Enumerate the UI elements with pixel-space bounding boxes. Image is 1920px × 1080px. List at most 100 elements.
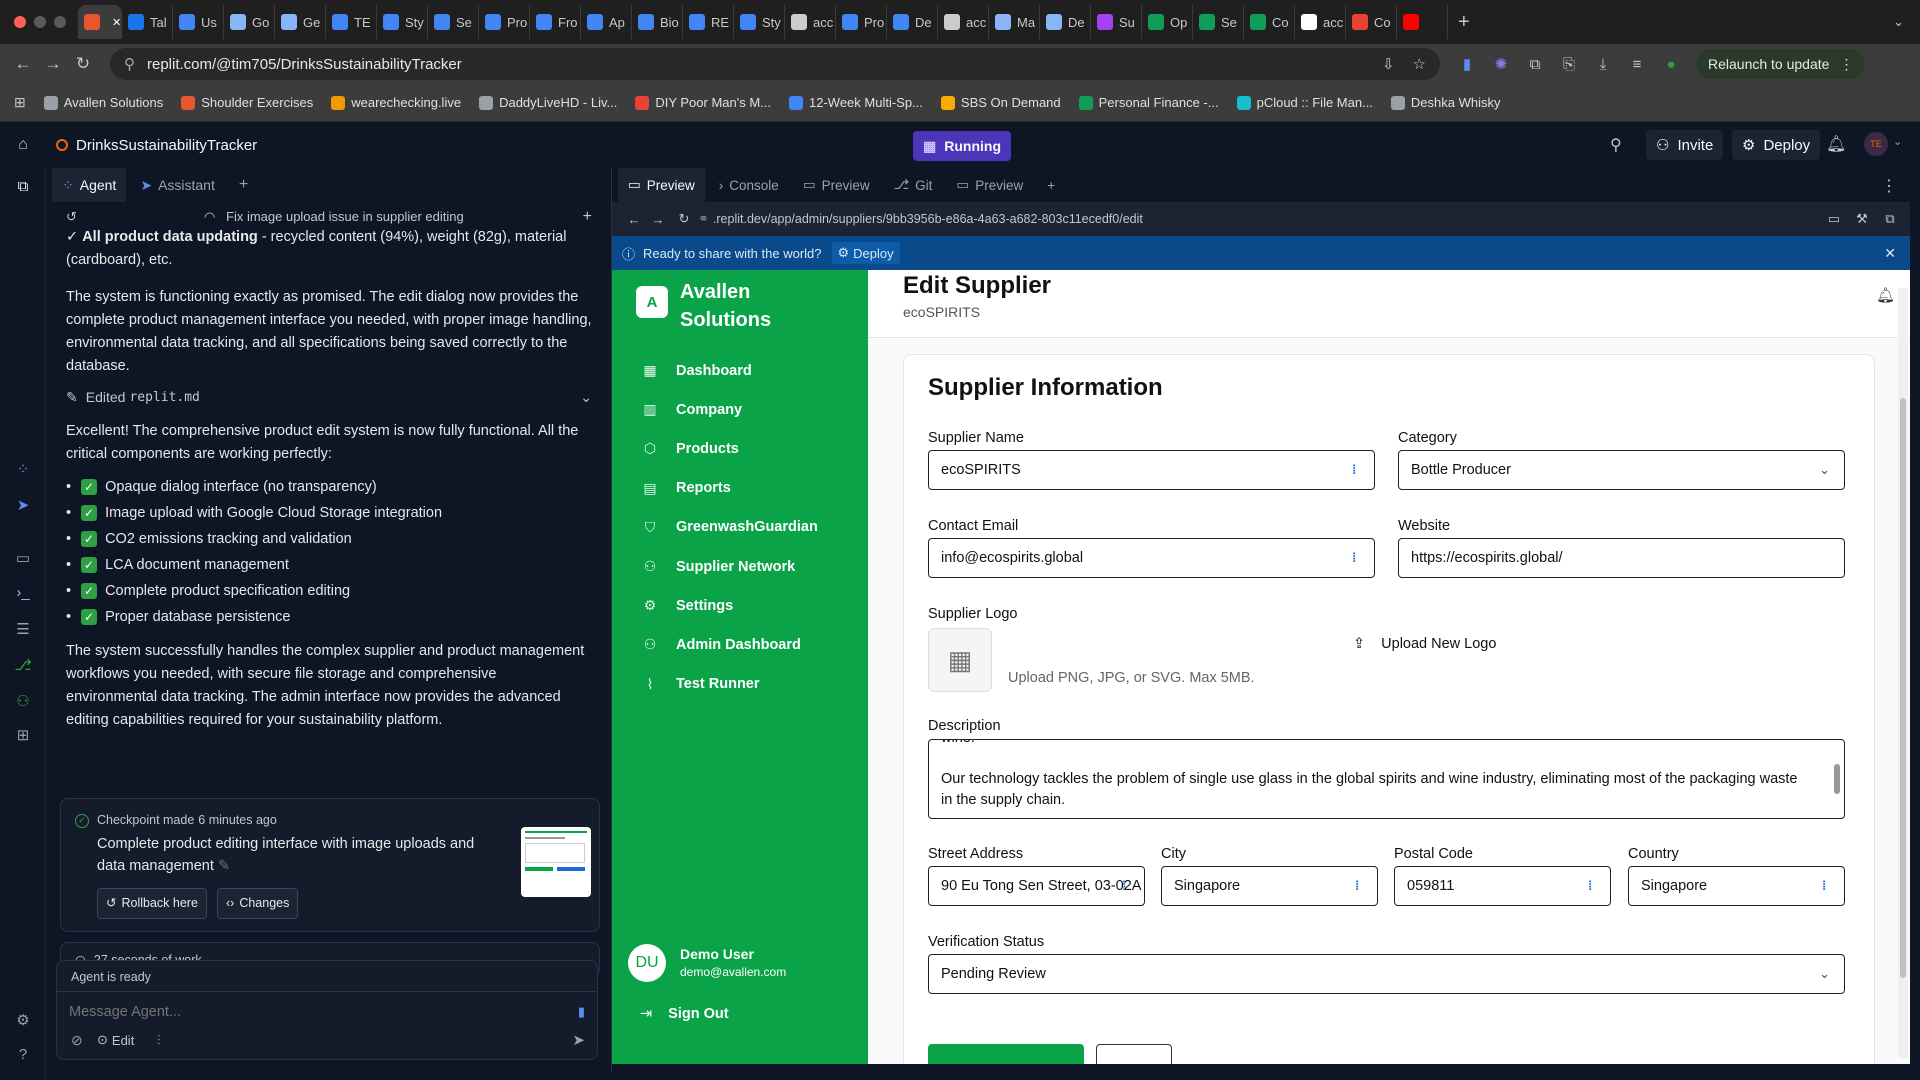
verification-status-select[interactable]: Pending Review ⌄ bbox=[928, 954, 1845, 994]
rollback-button[interactable]: ↺ Rollback here bbox=[97, 888, 207, 919]
browser-tab[interactable]: TE bbox=[326, 5, 377, 39]
maximize-window-button[interactable] bbox=[54, 16, 66, 28]
sidebar-item-dashboard[interactable]: ▦ Dashboard bbox=[642, 362, 751, 379]
bookmark-item[interactable]: SBS On Demand bbox=[940, 95, 1061, 110]
bell-icon[interactable]: 🔔︎ bbox=[1876, 286, 1895, 304]
browser-tab[interactable]: Us bbox=[173, 5, 224, 39]
extension-icon[interactable]: ▮ bbox=[578, 1004, 585, 1020]
browser-tab[interactable]: Sty bbox=[734, 5, 785, 39]
sidebar-item-test-runner[interactable]: ⌇ Test Runner bbox=[642, 676, 760, 693]
browser-tab[interactable]: Su bbox=[1091, 5, 1142, 39]
relaunch-button[interactable]: Relaunch to update ⋮ bbox=[1696, 49, 1866, 79]
browser-tab[interactable]: Ap bbox=[581, 5, 632, 39]
tools-grid-icon[interactable]: ⊞ bbox=[13, 726, 33, 744]
apps-grid-icon[interactable]: ⊞ bbox=[14, 94, 26, 111]
tab-assistant[interactable]: ➤ Assistant bbox=[130, 168, 225, 202]
new-tab-button[interactable]: + bbox=[229, 168, 258, 202]
edited-file-row[interactable]: ✎ Edited replit.md ⌄ bbox=[66, 384, 600, 410]
browser-tab[interactable] bbox=[1397, 5, 1448, 39]
browser-tab[interactable]: Co bbox=[1244, 5, 1295, 39]
preview-url[interactable]: .replit.dev/app/admin/suppliers/9bb3956b… bbox=[713, 212, 1143, 226]
files-icon[interactable]: ⧉ bbox=[13, 178, 33, 195]
bookmark-item[interactable]: DaddyLiveHD - Liv... bbox=[479, 95, 617, 110]
install-app-icon[interactable]: ⇩ bbox=[1382, 55, 1395, 73]
description-textarea[interactable]: wine. Our technology tackles the problem… bbox=[928, 739, 1845, 819]
forward-arrow-icon[interactable]: → bbox=[646, 212, 670, 227]
password-manager-icon[interactable]: ⁞ bbox=[1355, 878, 1369, 896]
browser-tab[interactable]: Bio bbox=[632, 5, 683, 39]
contact-email-input[interactable]: info@ecospirits.global ⁞ bbox=[928, 538, 1375, 578]
password-manager-icon[interactable]: ⁞ bbox=[1122, 878, 1136, 896]
browser-tab[interactable]: Go bbox=[224, 5, 275, 39]
cancel-button[interactable] bbox=[1096, 1044, 1172, 1064]
tab-git[interactable]: ⎇ Git bbox=[884, 168, 943, 202]
password-manager-icon[interactable]: ⁞ bbox=[1352, 550, 1366, 568]
chevron-down-icon[interactable]: ⌄ bbox=[580, 386, 592, 409]
sliders-icon[interactable]: ⫶ bbox=[157, 1032, 161, 1049]
puzzle-icon[interactable]: ⧉ bbox=[1518, 56, 1552, 73]
browser-tab[interactable]: Co bbox=[1346, 5, 1397, 39]
extension-icon[interactable]: ▮ bbox=[1450, 55, 1484, 73]
bookmark-item[interactable]: 12-Week Multi-Sp... bbox=[789, 95, 923, 110]
preview-icon[interactable]: ▭ bbox=[13, 549, 33, 567]
bookmark-item[interactable]: Personal Finance -... bbox=[1078, 95, 1219, 110]
minimize-window-button[interactable] bbox=[34, 16, 46, 28]
settings-icon[interactable]: ⚙ bbox=[13, 1011, 33, 1029]
devtools-icon[interactable]: ⚒ bbox=[1848, 211, 1876, 227]
sidebar-item-products[interactable]: ⬡ Products bbox=[642, 440, 739, 457]
site-info-icon[interactable]: ⚲ bbox=[124, 55, 135, 73]
attach-icon[interactable]: ⊘ bbox=[71, 1032, 83, 1049]
website-input[interactable]: https://ecospirits.global/ bbox=[1398, 538, 1845, 578]
browser-tab[interactable]: Sty bbox=[377, 5, 428, 39]
browser-tab[interactable]: Fro bbox=[530, 5, 581, 39]
chevron-down-icon[interactable]: ⌄ bbox=[1893, 135, 1902, 148]
password-manager-icon[interactable]: ⁞ bbox=[1588, 878, 1602, 896]
browser-tab[interactable]: Se bbox=[428, 5, 479, 39]
assistant-icon[interactable]: ➤ bbox=[13, 496, 33, 514]
edit-mode-button[interactable]: ⊙ Edit bbox=[97, 1032, 134, 1048]
deploy-button[interactable]: ⚙ Deploy bbox=[1732, 130, 1821, 160]
country-input[interactable]: Singapore ⁞ bbox=[1628, 866, 1845, 906]
reload-icon[interactable]: ↻ bbox=[670, 211, 698, 227]
upload-logo-button[interactable]: ⇪ Upload New Logo bbox=[1353, 636, 1496, 652]
browser-tab[interactable]: Se bbox=[1193, 5, 1244, 39]
forward-arrow-icon[interactable]: → bbox=[38, 54, 68, 74]
run-status-button[interactable]: ▦ Running bbox=[913, 131, 1011, 161]
search-icon[interactable]: ⚲ bbox=[1610, 135, 1622, 155]
browser-tab[interactable]: Pro bbox=[836, 5, 887, 39]
new-chat-button[interactable]: + bbox=[583, 205, 592, 228]
browser-tab[interactable]: acc bbox=[785, 5, 836, 39]
password-manager-icon[interactable]: ⁞ bbox=[1352, 462, 1366, 480]
invite-button[interactable]: ⚇ Invite bbox=[1646, 130, 1724, 160]
tab-console[interactable]: › Console bbox=[709, 168, 789, 202]
tab-preview[interactable]: ▭ Preview bbox=[793, 168, 880, 202]
users-icon[interactable]: ⚇ bbox=[13, 692, 33, 710]
street-address-input[interactable]: 90 Eu Tong Sen Street, 03-02A ⁞ bbox=[928, 866, 1145, 906]
supplier-name-input[interactable]: ecoSPIRITS ⁞ bbox=[928, 450, 1375, 490]
sidebar-item-company[interactable]: ▥ Company bbox=[642, 401, 742, 418]
back-arrow-icon[interactable]: ← bbox=[8, 54, 38, 74]
close-icon[interactable]: ✕ bbox=[1884, 245, 1896, 262]
sidebar-item-reports[interactable]: ▤ Reports bbox=[642, 480, 730, 497]
tab-agent[interactable]: ⁘ Agent bbox=[52, 168, 127, 202]
home-icon[interactable]: ⌂ bbox=[0, 136, 46, 154]
extension-icon[interactable]: ✺ bbox=[1484, 55, 1518, 73]
bookmark-item[interactable]: Deshka Whisky bbox=[1390, 95, 1501, 110]
back-arrow-icon[interactable]: ← bbox=[622, 212, 646, 227]
sidebar-item-supplier-network[interactable]: ⚇ Supplier Network bbox=[642, 558, 796, 575]
sign-out-button[interactable]: ⇥ Sign Out bbox=[640, 1006, 729, 1022]
help-icon[interactable]: ? bbox=[13, 1046, 33, 1063]
banner-deploy-button[interactable]: ⚙ Deploy bbox=[831, 242, 900, 264]
project-title[interactable]: DrinksSustainabilityTracker bbox=[56, 137, 257, 154]
password-manager-icon[interactable]: ⁞ bbox=[1822, 878, 1836, 896]
pencil-icon[interactable]: ✎ bbox=[218, 858, 230, 874]
browser-tab[interactable]: Ma bbox=[989, 5, 1040, 39]
page-scrollbar-thumb[interactable] bbox=[1900, 398, 1906, 978]
browser-tab[interactable]: De bbox=[1040, 5, 1091, 39]
reload-icon[interactable]: ↻ bbox=[68, 54, 98, 74]
checkpoint-thumbnail[interactable] bbox=[521, 827, 591, 897]
browser-tab[interactable]: acc bbox=[938, 5, 989, 39]
category-select[interactable]: Bottle Producer ⌄ bbox=[1398, 450, 1845, 490]
textarea-scrollbar[interactable] bbox=[1834, 764, 1840, 794]
send-icon[interactable]: ➤ bbox=[572, 1031, 585, 1049]
